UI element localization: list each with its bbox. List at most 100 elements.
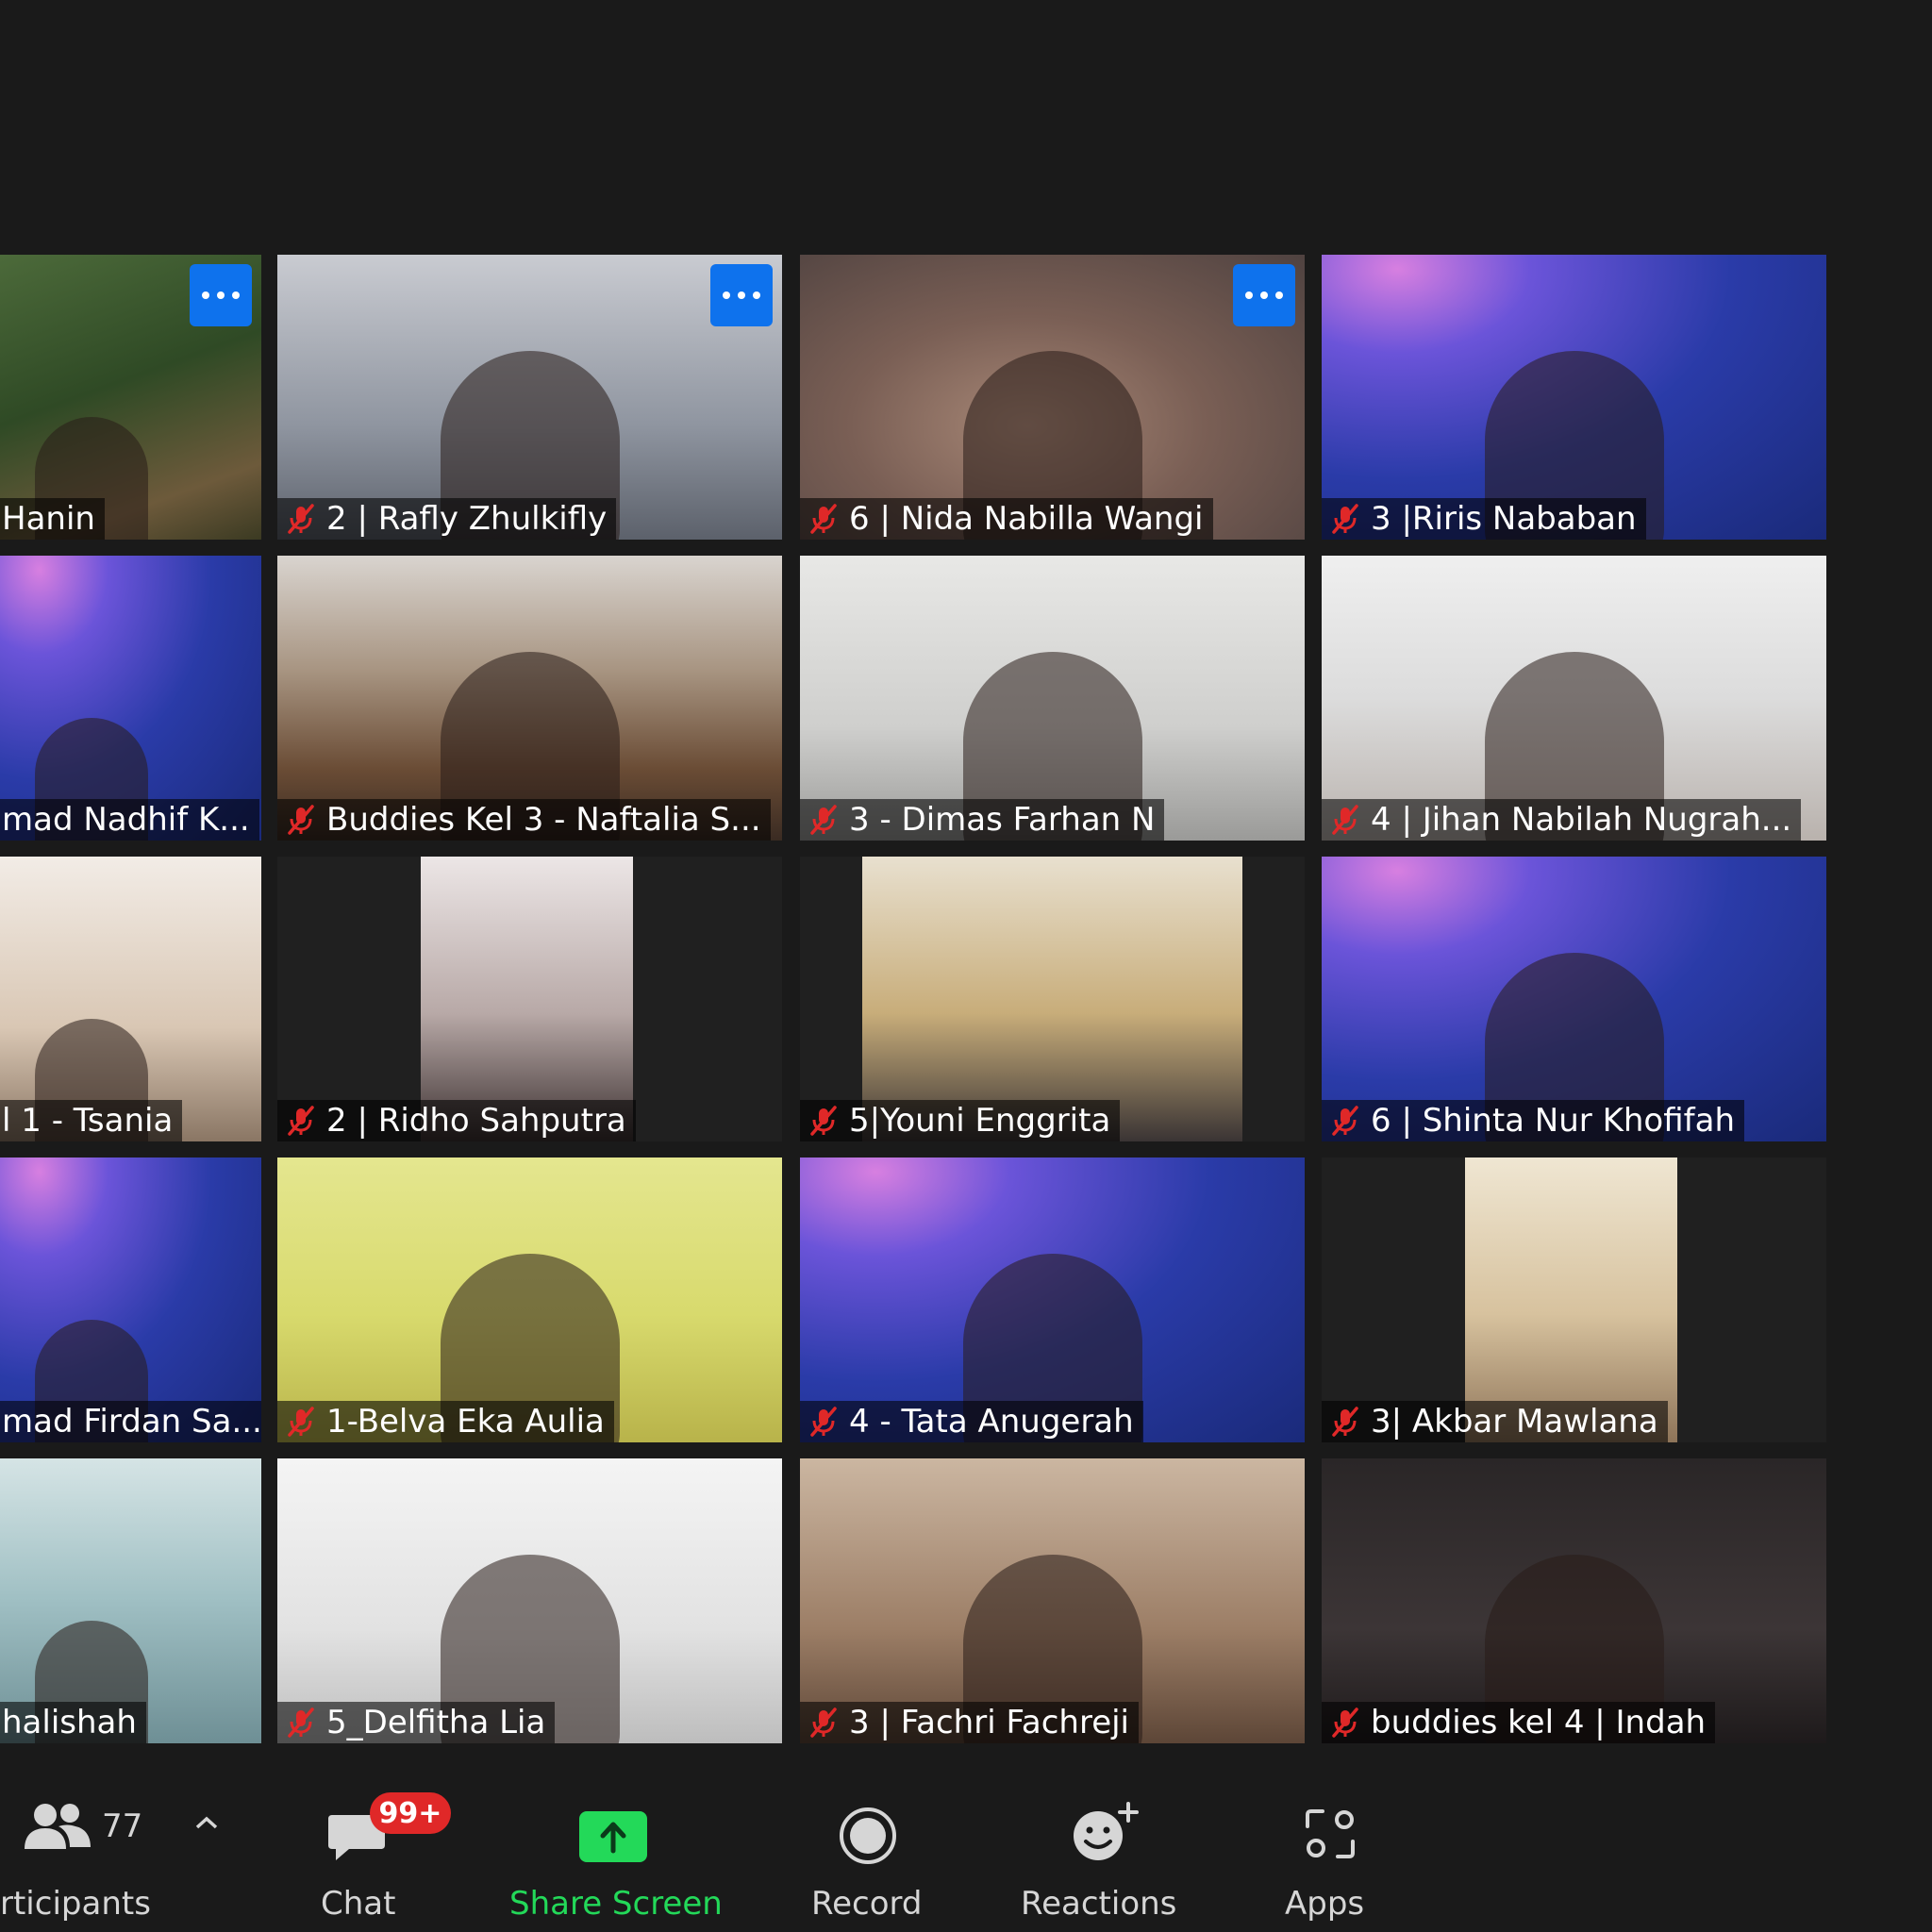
participant-name: Buddies Kel 3 - Naftalia S...	[326, 801, 761, 839]
participants-label: rticipants	[0, 1885, 151, 1923]
participant-name: l 1 - Tsania	[2, 1102, 174, 1140]
participant-name: 2 | Rafly Zhulkifly	[326, 500, 608, 538]
video-tile[interactable]: Hanin	[0, 255, 261, 540]
participant-name-label: mad Nadhif K...	[0, 799, 259, 841]
apps-label: Apps	[1285, 1885, 1365, 1923]
participant-name: 3 - Dimas Farhan N	[849, 801, 1156, 839]
participant-name-label: 4 - Tata Anugerah	[800, 1401, 1143, 1442]
mic-muted-icon	[285, 804, 317, 836]
video-tile[interactable]: buddies kel 4 | Indah	[1322, 1458, 1826, 1743]
participant-name: 6 | Nida Nabilla Wangi	[849, 500, 1204, 538]
meeting-toolbar: 77 rticipants Chat 99+ Share Screen Reco…	[0, 1753, 1932, 1932]
video-tile[interactable]: 6 | Shinta Nur Khofifah	[1322, 857, 1826, 1141]
video-tile[interactable]: 3 |Riris Nababan	[1322, 255, 1826, 540]
apps-button[interactable]: Apps	[1277, 1753, 1381, 1932]
participant-name-label: 1-Belva Eka Aulia	[277, 1401, 614, 1442]
video-tile[interactable]: l 1 - Tsania	[0, 857, 261, 1141]
participant-name: 6 | Shinta Nur Khofifah	[1371, 1102, 1735, 1140]
video-tile[interactable]: 5|Youni Enggrita	[800, 857, 1305, 1141]
participants-count: 77	[102, 1807, 143, 1845]
participant-name: 3 | Fachri Fachreji	[849, 1704, 1130, 1741]
more-options-button[interactable]	[710, 264, 773, 326]
participant-name: 4 - Tata Anugerah	[849, 1403, 1134, 1441]
mic-muted-icon	[808, 1707, 840, 1739]
participant-video	[1465, 1158, 1677, 1442]
share-screen-label: Share Screen	[509, 1885, 723, 1923]
mic-muted-icon	[808, 1406, 840, 1438]
video-tile[interactable]: Buddies Kel 3 - Naftalia S...	[277, 556, 782, 841]
apps-icon	[1306, 1809, 1355, 1858]
record-button[interactable]: Record	[800, 1753, 932, 1932]
participant-name-label: 3 - Dimas Farhan N	[800, 799, 1165, 841]
participant-name-label: Hanin	[0, 498, 105, 540]
participant-name: 5|Youni Enggrita	[849, 1102, 1111, 1140]
mic-muted-icon	[808, 1105, 840, 1137]
participant-name-label: 4 | Jihan Nabilah Nugrah...	[1322, 799, 1802, 841]
participants-button[interactable]: 77 rticipants	[0, 1753, 236, 1932]
video-tile[interactable]: 3 | Fachri Fachreji	[800, 1458, 1305, 1743]
mic-muted-icon	[285, 503, 317, 535]
smiley-icon	[1074, 1802, 1139, 1860]
video-tile[interactable]: 5_Delfitha Lia	[277, 1458, 782, 1743]
participant-name: 2 | Ridho Sahputra	[326, 1102, 626, 1140]
share-screen-button[interactable]: Share Screen	[500, 1753, 726, 1932]
video-tile[interactable]: 2 | Rafly Zhulkifly	[277, 255, 782, 540]
participant-name-label: 6 | Nida Nabilla Wangi	[800, 498, 1213, 540]
participant-name: 5_Delfitha Lia	[326, 1704, 546, 1741]
video-tile[interactable]: 2 | Ridho Sahputra	[277, 857, 782, 1141]
mic-muted-icon	[285, 1105, 317, 1137]
participant-name-label: 5_Delfitha Lia	[277, 1702, 556, 1743]
video-tile[interactable]: halishah	[0, 1458, 261, 1743]
record-icon	[840, 1807, 896, 1864]
participant-name: 3 |Riris Nababan	[1371, 500, 1637, 538]
participant-name: 1-Belva Eka Aulia	[326, 1403, 605, 1441]
video-tile[interactable]: 3| Akbar Mawlana	[1322, 1158, 1826, 1442]
more-options-button[interactable]	[190, 264, 252, 326]
participant-name: mad Firdan Sa...	[2, 1403, 261, 1441]
participant-name-label: l 1 - Tsania	[0, 1100, 183, 1141]
participant-name-label: buddies kel 4 | Indah	[1322, 1702, 1716, 1743]
chat-button[interactable]: Chat	[300, 1753, 413, 1932]
video-tile[interactable]: 3 - Dimas Farhan N	[800, 556, 1305, 841]
participant-name-label: 5|Youni Enggrita	[800, 1100, 1121, 1141]
mic-muted-icon	[1329, 804, 1361, 836]
mic-muted-icon	[808, 503, 840, 535]
video-tile[interactable]: 6 | Nida Nabilla Wangi	[800, 255, 1305, 540]
participant-name-label: 3 |Riris Nababan	[1322, 498, 1646, 540]
participant-name: buddies kel 4 | Indah	[1371, 1704, 1707, 1741]
record-label: Record	[811, 1885, 923, 1923]
participant-name: Hanin	[2, 500, 95, 538]
mic-muted-icon	[285, 1406, 317, 1438]
participant-video	[862, 857, 1242, 1141]
mic-muted-icon	[808, 804, 840, 836]
participant-video	[421, 857, 633, 1141]
chat-label: Chat	[321, 1885, 396, 1923]
reactions-button[interactable]: Reactions	[1015, 1753, 1185, 1932]
share-screen-icon	[579, 1811, 647, 1862]
caret-up-icon[interactable]	[194, 1815, 219, 1830]
video-tile[interactable]: 4 - Tata Anugerah	[800, 1158, 1305, 1442]
mic-muted-icon	[1329, 1406, 1361, 1438]
mic-muted-icon	[1329, 1105, 1361, 1137]
video-tile[interactable]: 1-Belva Eka Aulia	[277, 1158, 782, 1442]
mic-muted-icon	[1329, 503, 1361, 535]
participant-name-label: 6 | Shinta Nur Khofifah	[1322, 1100, 1744, 1141]
participant-name-label: 2 | Ridho Sahputra	[277, 1100, 636, 1141]
participant-name-label: 3| Akbar Mawlana	[1322, 1401, 1668, 1442]
participants-icon	[25, 1804, 91, 1849]
mic-muted-icon	[1329, 1707, 1361, 1739]
video-gallery: Hanin 2 | Rafly Zhulkifly 6 | Nida Nabil…	[0, 0, 1932, 1743]
participant-name-label: 2 | Rafly Zhulkifly	[277, 498, 617, 540]
video-tile[interactable]: 4 | Jihan Nabilah Nugrah...	[1322, 556, 1826, 841]
participant-name: halishah	[2, 1704, 137, 1741]
participant-name: 3| Akbar Mawlana	[1371, 1403, 1658, 1441]
unread-badge: 99+	[370, 1792, 451, 1834]
participant-name-label: Buddies Kel 3 - Naftalia S...	[277, 799, 771, 841]
mic-muted-icon	[285, 1707, 317, 1739]
participant-name-label: halishah	[0, 1702, 146, 1743]
participant-name: 4 | Jihan Nabilah Nugrah...	[1371, 801, 1792, 839]
participant-name-label: mad Firdan Sa...	[0, 1401, 261, 1442]
video-tile[interactable]: mad Firdan Sa...	[0, 1158, 261, 1442]
more-options-button[interactable]	[1233, 264, 1295, 326]
video-tile[interactable]: mad Nadhif K...	[0, 556, 261, 841]
